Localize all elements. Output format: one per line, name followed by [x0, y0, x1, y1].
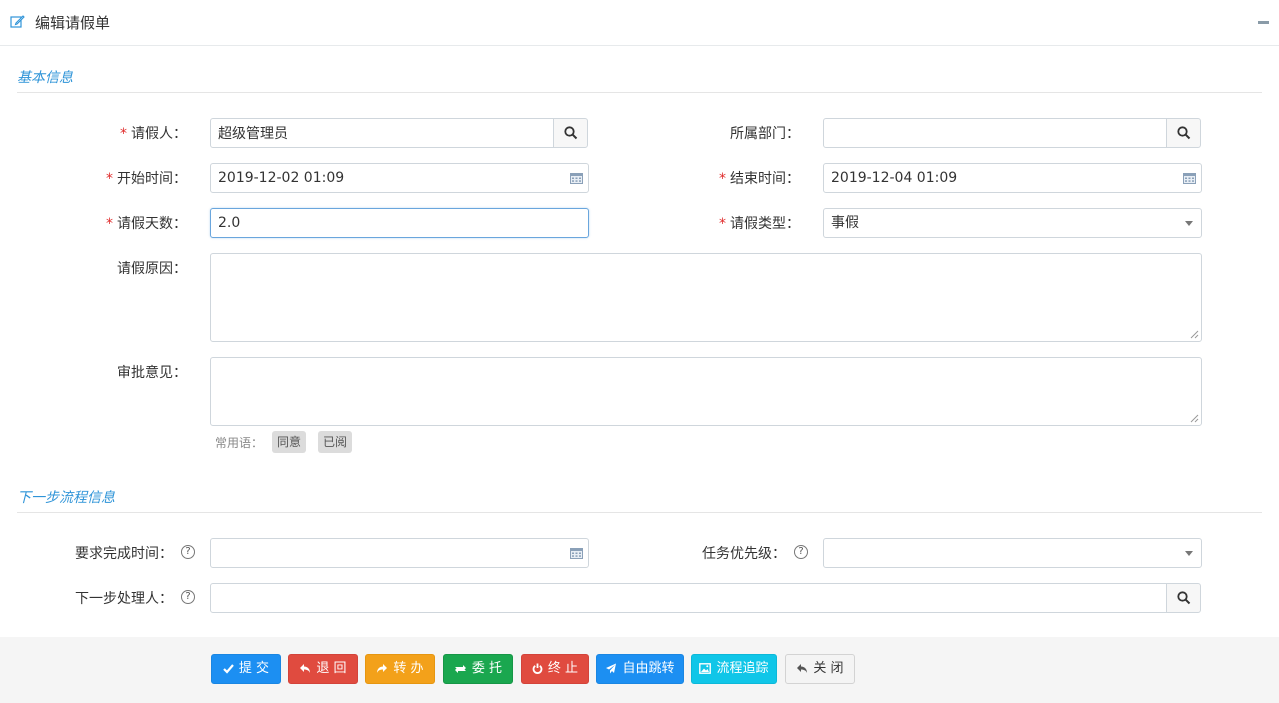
required-mark: * [106, 216, 113, 232]
required-mark: * [106, 171, 113, 187]
submit-button[interactable]: 提 交 [211, 654, 281, 684]
leave-type-label: * 请假类型： [719, 216, 800, 232]
opinion-label: 审批意见： [117, 365, 187, 381]
days-label: * 请假天数： [106, 216, 187, 232]
deadline-input[interactable] [210, 538, 589, 568]
page-title: 编辑请假单 [35, 14, 111, 32]
reply-icon [797, 664, 808, 673]
close-button[interactable]: 关 闭 [785, 654, 855, 684]
common-phrases-label: 常用语： [215, 436, 264, 450]
chevron-down-icon [1185, 551, 1193, 556]
transfer-button[interactable]: 转 办 [365, 654, 435, 684]
section-divider [17, 92, 1262, 93]
priority-select[interactable] [823, 538, 1202, 568]
department-search-button[interactable] [1166, 118, 1201, 148]
chevron-down-icon [1185, 221, 1193, 226]
section-divider [17, 512, 1262, 513]
free-jump-button[interactable]: 自由跳转 [596, 654, 684, 684]
required-mark: * [719, 171, 726, 187]
calendar-icon[interactable] [570, 547, 583, 559]
search-icon [1177, 591, 1191, 605]
image-icon [699, 663, 712, 674]
start-time-label: * 开始时间： [106, 171, 187, 187]
help-icon[interactable]: ? [794, 545, 808, 559]
collapse-icon[interactable] [1258, 21, 1269, 24]
retweet-icon [454, 665, 466, 673]
department-input[interactable] [823, 118, 1167, 148]
applicant-search-button[interactable] [553, 118, 588, 148]
applicant-label: * 请假人： [120, 126, 187, 142]
edit-icon [10, 15, 25, 28]
search-icon [564, 126, 578, 140]
leave-type-select[interactable]: 事假 [823, 208, 1202, 238]
calendar-icon[interactable] [570, 172, 583, 184]
return-button[interactable]: 退 回 [288, 654, 358, 684]
handler-input[interactable] [210, 583, 1167, 613]
section-title-basic: 基本信息 [17, 70, 73, 86]
resize-handle-icon[interactable] [1190, 414, 1199, 423]
required-mark: * [120, 126, 127, 142]
help-icon[interactable]: ? [181, 545, 195, 559]
calendar-icon[interactable] [1183, 172, 1196, 184]
leave-type-value: 事假 [831, 215, 859, 231]
phrase-chip-agree[interactable]: 同意 [272, 431, 307, 453]
priority-label: 任务优先级： [702, 546, 786, 562]
paper-plane-icon [606, 663, 617, 674]
handler-search-button[interactable] [1166, 583, 1201, 613]
opinion-textarea[interactable] [210, 357, 1202, 426]
reply-icon [300, 664, 311, 673]
phrase-chip-read[interactable]: 已阅 [318, 431, 353, 453]
section-title-next: 下一步流程信息 [17, 490, 115, 506]
end-time-input[interactable] [823, 163, 1202, 193]
days-input[interactable] [210, 208, 589, 238]
handler-label: 下一步处理人： [75, 591, 173, 607]
start-time-input[interactable] [210, 163, 589, 193]
applicant-input[interactable] [210, 118, 554, 148]
reason-label: 请假原因： [117, 261, 187, 277]
power-icon [532, 663, 543, 674]
check-icon [223, 664, 234, 674]
trace-button[interactable]: 流程追踪 [691, 654, 777, 684]
search-icon [1177, 126, 1191, 140]
resize-handle-icon[interactable] [1190, 330, 1199, 339]
department-label: 所属部门： [730, 126, 800, 142]
end-time-label: * 结束时间： [719, 171, 800, 187]
delegate-button[interactable]: 委 托 [443, 654, 513, 684]
panel-header: 编辑请假单 [0, 0, 1279, 46]
terminate-button[interactable]: 终 止 [521, 654, 589, 684]
share-icon [377, 664, 388, 673]
deadline-label: 要求完成时间： [75, 546, 173, 562]
reason-textarea[interactable] [210, 253, 1202, 342]
required-mark: * [719, 216, 726, 232]
help-icon[interactable]: ? [181, 590, 195, 604]
